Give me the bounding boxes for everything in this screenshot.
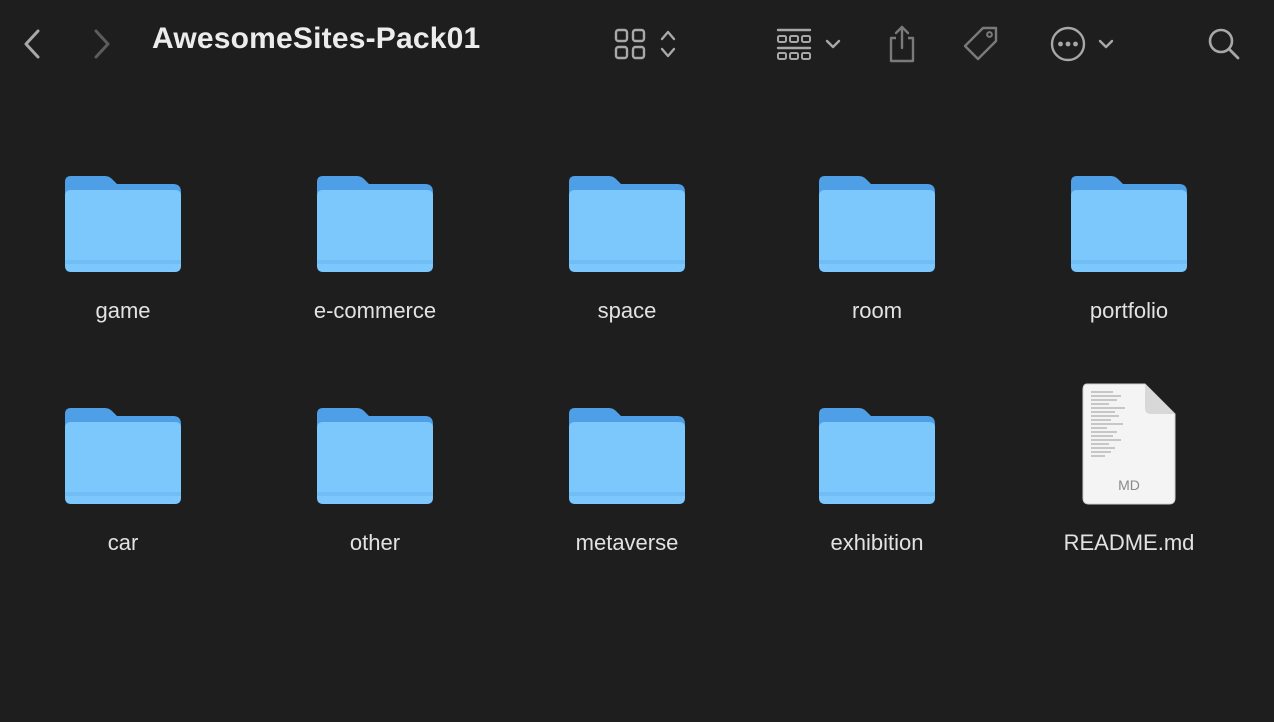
file-icon-wrap: MD — [1059, 382, 1199, 506]
item-label: e-commerce — [313, 298, 437, 323]
folder-item-space[interactable]: space — [527, 150, 727, 324]
folder-icon-wrap — [557, 150, 697, 274]
folder-icon-wrap — [557, 382, 697, 506]
item-label: portfolio — [1089, 298, 1169, 323]
search-button[interactable] — [1204, 24, 1244, 64]
forward-button[interactable] — [84, 24, 120, 64]
folder-icon-wrap — [53, 382, 193, 506]
folder-item-exhibition[interactable]: exhibition — [777, 382, 977, 556]
folder-icon — [65, 176, 181, 272]
folder-icon — [569, 176, 685, 272]
search-icon — [1208, 28, 1240, 60]
folder-icon — [317, 408, 433, 504]
item-label: exhibition — [830, 530, 924, 555]
tag-button[interactable] — [958, 22, 1004, 66]
up-down-chevron-icon — [660, 30, 676, 58]
file-item-readme-md[interactable]: MD README.md — [1029, 382, 1229, 556]
folder-icon — [569, 408, 685, 504]
item-label: car — [107, 530, 139, 555]
folder-icon-wrap — [53, 150, 193, 274]
folder-item-game[interactable]: game — [23, 150, 223, 324]
folder-icon — [819, 176, 935, 272]
item-label: other — [349, 530, 401, 555]
folder-icon-wrap — [1059, 150, 1199, 274]
folder-icon — [317, 176, 433, 272]
item-label: README.md — [1063, 530, 1195, 555]
group-by-button[interactable] — [770, 24, 846, 64]
item-label: metaverse — [575, 530, 679, 555]
folder-icon-wrap — [305, 382, 445, 506]
folder-item-room[interactable]: room — [777, 150, 977, 324]
folder-icon-wrap — [807, 382, 947, 506]
group-by-icon — [776, 28, 812, 60]
back-button[interactable] — [14, 24, 50, 64]
folder-item-metaverse[interactable]: metaverse — [527, 382, 727, 556]
item-label: game — [95, 298, 151, 323]
folder-icon-wrap — [305, 150, 445, 274]
file-type-badge: MD — [1118, 477, 1140, 493]
item-label: space — [597, 298, 657, 323]
folder-icon — [1071, 176, 1187, 272]
share-button[interactable] — [882, 22, 922, 66]
view-mode-button[interactable] — [606, 24, 686, 64]
folder-icon — [819, 408, 935, 504]
chevron-left-icon — [24, 29, 40, 59]
toolbar: AwesomeSites-Pack01 — [0, 0, 1274, 88]
finder-window: AwesomeSites-Pack01 game e-commerce spac… — [0, 0, 1274, 722]
folder-icon — [65, 408, 181, 504]
share-icon — [889, 25, 915, 63]
grid-view-icon — [614, 28, 646, 60]
chevron-down-icon — [1098, 39, 1114, 49]
chevron-down-icon — [825, 39, 841, 49]
folder-item-portfolio[interactable]: portfolio — [1029, 150, 1229, 324]
item-label: room — [851, 298, 903, 323]
more-actions-button[interactable] — [1044, 22, 1120, 66]
folder-item-e-commerce[interactable]: e-commerce — [275, 150, 475, 324]
tag-icon — [963, 26, 998, 61]
markdown-file-icon: MD — [1082, 383, 1176, 505]
window-title: AwesomeSites-Pack01 — [152, 22, 481, 55]
folder-icon-wrap — [807, 150, 947, 274]
folder-item-other[interactable]: other — [275, 382, 475, 556]
folder-item-car[interactable]: car — [23, 382, 223, 556]
ellipsis-circle-icon — [1050, 26, 1086, 62]
chevron-right-icon — [94, 29, 110, 59]
